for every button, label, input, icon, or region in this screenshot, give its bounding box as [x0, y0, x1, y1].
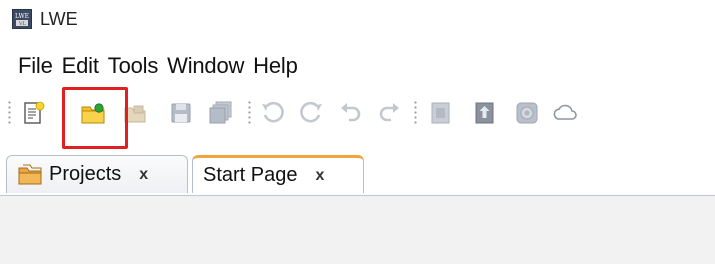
- rotate-cw-icon: [300, 101, 322, 123]
- title-bar: LWE VL LWE: [0, 0, 715, 40]
- rotate-ccw-button[interactable]: [258, 98, 288, 128]
- save-all-icon: [209, 101, 232, 124]
- redo-button[interactable]: [374, 98, 404, 128]
- toolbar-grip[interactable]: [8, 100, 11, 126]
- highlight-box: [62, 87, 128, 149]
- menu-edit[interactable]: Edit: [62, 53, 99, 79]
- tab-strip: Projects x Start Page x: [0, 149, 715, 196]
- import-icon: [431, 102, 450, 124]
- toolbar-separator: [248, 100, 251, 126]
- tab-projects-close-icon[interactable]: x: [139, 166, 148, 184]
- rotate-ccw-icon: [262, 101, 284, 123]
- settings-icon: [516, 102, 538, 124]
- tab-projects-label: Projects: [49, 163, 122, 185]
- app-logo: LWE VL: [12, 9, 32, 29]
- undo-icon: [341, 103, 361, 122]
- export-button[interactable]: [470, 98, 500, 128]
- cloud-button[interactable]: [550, 98, 580, 128]
- tab-start-page[interactable]: Start Page x: [192, 155, 364, 193]
- new-file-icon: [24, 101, 45, 124]
- save-button[interactable]: [166, 98, 196, 128]
- projects-folder-icon: [18, 164, 42, 184]
- cloud-icon: [553, 104, 577, 120]
- settings-button[interactable]: [512, 98, 542, 128]
- toolbar-separator: [414, 100, 417, 126]
- menu-help[interactable]: Help: [253, 53, 298, 79]
- tab-start-page-close-icon[interactable]: x: [316, 167, 325, 185]
- menu-file[interactable]: File: [18, 53, 53, 79]
- import-button[interactable]: [426, 98, 456, 128]
- rotate-cw-button[interactable]: [296, 98, 326, 128]
- tab-start-page-label: Start Page: [203, 164, 298, 186]
- svg-text:VL: VL: [18, 21, 27, 27]
- app-title: LWE: [40, 9, 78, 29]
- menu-bar: File Edit Tools Window Help: [0, 48, 715, 84]
- svg-text:LWE: LWE: [15, 13, 29, 20]
- new-file-button[interactable]: [18, 98, 48, 128]
- menu-window[interactable]: Window: [167, 53, 244, 79]
- menu-tools[interactable]: Tools: [108, 53, 159, 79]
- undo-button[interactable]: [336, 98, 366, 128]
- save-icon: [171, 103, 191, 123]
- tab-projects[interactable]: Projects x: [6, 155, 188, 193]
- save-all-button[interactable]: [206, 98, 236, 128]
- projects-panel: [0, 196, 715, 264]
- export-icon: [475, 102, 494, 124]
- redo-icon: [379, 103, 399, 122]
